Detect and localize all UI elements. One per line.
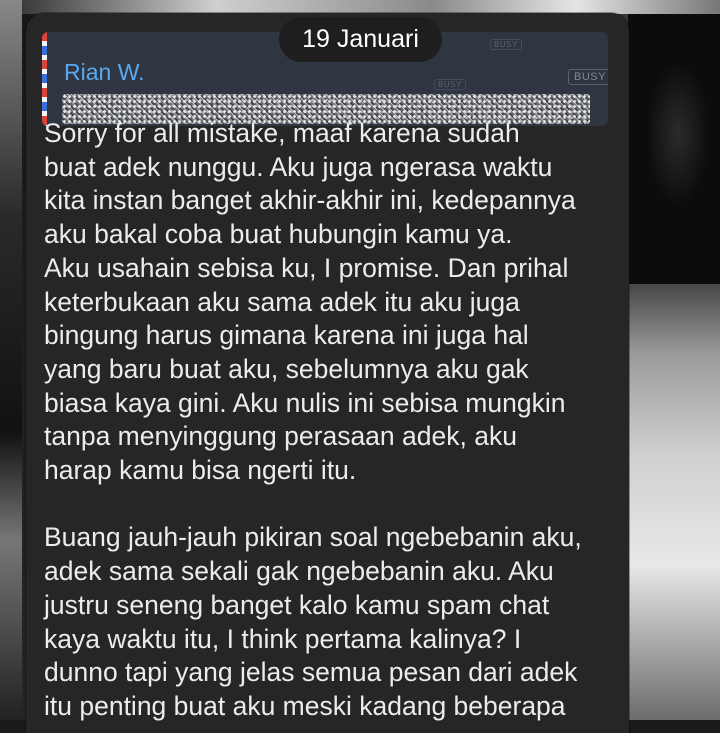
message-line: buat adek nunggu. Aku juga ngerasa waktu xyxy=(44,151,553,182)
message-line: kita instan banget akhir-akhir ini, kede… xyxy=(44,185,576,216)
date-pill: 19 Januari xyxy=(279,17,442,62)
wallpaper-right-strip xyxy=(628,14,720,720)
message-line: dunno tapi yang jelas semua pesan dari a… xyxy=(44,657,578,688)
message-line: tanpa menyinggung perasaan adek, aku xyxy=(44,421,517,452)
wallpaper-left-strip xyxy=(0,0,22,720)
message-line: biasa kaya gini. Aku nulis ini sebisa mu… xyxy=(44,387,566,418)
busy-tag-faint-2: BUSY xyxy=(434,79,466,90)
message-line: bingung harus gimana karena ini juga hal xyxy=(44,320,529,351)
busy-tag-faint: BUSY xyxy=(490,39,522,50)
message-line: Sorry for all mistake, maaf karena sudah xyxy=(44,118,520,148)
message-line: keterbukaan aku sama adek itu aku juga xyxy=(44,286,520,317)
busy-tag: BUSY xyxy=(568,69,608,85)
message-text: Sorry for all mistake, maaf karena sudah… xyxy=(44,117,624,724)
message-line: yang baru buat aku, sebelumnya aku gak xyxy=(44,353,529,384)
message-line: aku bakal coba buat hubungin kamu ya. xyxy=(44,219,513,250)
message-blank-line xyxy=(44,488,624,522)
message-line: justru seneng banget kalo kamu spam chat xyxy=(44,589,550,620)
wallpaper-top-strip xyxy=(0,0,720,14)
message-line: kaya waktu itu, I think pertama kalinya?… xyxy=(44,623,522,654)
message-line: Buang jauh-jauh pikiran soal ngebebanin … xyxy=(44,522,582,553)
message-line: adek sama sekali gak ngebebanin aku. Aku xyxy=(44,556,554,587)
message-line: itu penting buat aku meski kadang bebera… xyxy=(44,690,566,721)
reply-sender-name: Rian W. xyxy=(64,59,145,85)
message-line: harap kamu bisa ngerti itu. xyxy=(44,455,357,486)
message-line: Aku usahain sebisa ku, I promise. Dan pr… xyxy=(44,252,569,283)
reply-accent-bar xyxy=(42,32,47,126)
